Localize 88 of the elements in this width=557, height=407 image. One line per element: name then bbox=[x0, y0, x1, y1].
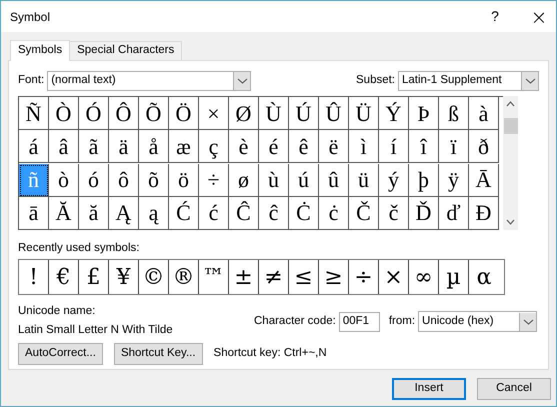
symbol-cell[interactable]: Č bbox=[349, 196, 379, 230]
symbol-cell[interactable]: ä bbox=[109, 130, 139, 164]
unicode-name-value: Latin Small Letter N With Tilde bbox=[18, 323, 174, 338]
symbol-cell[interactable]: ā bbox=[19, 196, 49, 230]
symbol-cell[interactable]: ü bbox=[349, 164, 379, 196]
symbol-cell[interactable]: č bbox=[379, 196, 409, 230]
symbol-cell[interactable]: ð bbox=[469, 130, 499, 164]
subset-dropdown[interactable]: Latin-1 Supplement bbox=[398, 71, 539, 91]
unicode-name-label: Unicode name: bbox=[18, 304, 96, 319]
symbol-cell[interactable]: Ā bbox=[469, 164, 499, 196]
symbol-cell[interactable]: î bbox=[409, 130, 439, 164]
symbol-cell[interactable]: ó bbox=[79, 164, 109, 196]
symbol-cell[interactable]: å bbox=[139, 130, 169, 164]
symbol-cell[interactable]: ă bbox=[79, 196, 109, 230]
symbol-cell[interactable]: Ö bbox=[169, 97, 199, 130]
character-code-label: Character code: bbox=[254, 314, 336, 329]
symbol-cell[interactable]: õ bbox=[139, 164, 169, 196]
symbol-cell[interactable]: ý bbox=[379, 164, 409, 196]
tab[interactable]: Special Characters bbox=[70, 41, 182, 60]
close-button[interactable]: × bbox=[522, 2, 556, 32]
symbol-cell[interactable]: ô bbox=[109, 164, 139, 196]
dialog-button[interactable]: Shortcut Key... bbox=[114, 343, 203, 365]
symbol-cell[interactable]: þ bbox=[409, 164, 439, 196]
symbol-cell[interactable]: × bbox=[199, 97, 229, 130]
dialog-button[interactable]: Cancel bbox=[477, 378, 551, 400]
symbol-cell[interactable]: Ù bbox=[259, 97, 289, 130]
symbol-cell[interactable]: ß bbox=[439, 97, 469, 130]
symbol-cell[interactable]: ï bbox=[439, 130, 469, 164]
symbol-cell[interactable]: ą bbox=[139, 196, 169, 230]
font-dropdown[interactable]: (normal text) bbox=[47, 71, 252, 91]
scrollbar[interactable] bbox=[503, 96, 518, 230]
symbol-cell[interactable]: Û bbox=[319, 97, 349, 130]
symbol-cell[interactable]: ç bbox=[199, 130, 229, 164]
symbol-cell[interactable]: Ø bbox=[229, 97, 259, 130]
symbol-cell[interactable]: ì bbox=[349, 130, 379, 164]
symbol-cell[interactable]: é bbox=[259, 130, 289, 164]
symbol-cell[interactable]: Õ bbox=[139, 97, 169, 130]
dialog-button[interactable]: Insert bbox=[392, 378, 466, 400]
symbol-cell[interactable]: ÿ bbox=[439, 164, 469, 196]
symbol-cell[interactable]: ÷ bbox=[199, 164, 229, 196]
symbol-cell[interactable]: ò bbox=[49, 164, 79, 196]
font-label: Font: bbox=[18, 73, 44, 88]
symbol-cell[interactable]: ö bbox=[169, 164, 199, 196]
symbol-cell[interactable]: ú bbox=[289, 164, 319, 196]
symbol-cell[interactable]: ĉ bbox=[259, 196, 289, 230]
symbol-cell[interactable]: ċ bbox=[319, 196, 349, 230]
symbol-cell[interactable]: Ò bbox=[49, 97, 79, 130]
symbol-cell[interactable]: Ĉ bbox=[229, 196, 259, 230]
symbol-cell[interactable]: Ú bbox=[289, 97, 319, 130]
scroll-up-icon[interactable] bbox=[506, 101, 515, 107]
symbol-cell[interactable]: Ą bbox=[109, 196, 139, 230]
from-label: from: bbox=[388, 314, 416, 329]
scroll-thumb[interactable] bbox=[504, 118, 518, 134]
symbol-cell[interactable]: è bbox=[229, 130, 259, 164]
symbol-cell[interactable]: Đ bbox=[469, 196, 499, 230]
symbol-cell[interactable]: Ć bbox=[169, 196, 199, 230]
character-code-field[interactable]: 00F1 bbox=[338, 312, 380, 332]
symbol-cell[interactable]: Ý bbox=[379, 97, 409, 130]
dialog-button[interactable]: AutoCorrect... bbox=[18, 343, 103, 365]
symbol-cell[interactable]: ã bbox=[79, 130, 109, 164]
recent-symbols-label: Recently used symbols: bbox=[18, 241, 140, 255]
symbol-cell[interactable]: ù bbox=[259, 164, 289, 196]
window-title: Symbol bbox=[10, 8, 52, 26]
help-button[interactable]: ? bbox=[480, 2, 510, 32]
symbol-cell[interactable]: æ bbox=[169, 130, 199, 164]
symbol-cell[interactable]: á bbox=[19, 130, 49, 164]
symbol-cell[interactable]: ď bbox=[439, 196, 469, 230]
symbol-cell[interactable]: Þ bbox=[409, 97, 439, 130]
from-dropdown[interactable]: Unicode (hex) bbox=[418, 311, 538, 332]
symbol-cell[interactable]: û bbox=[319, 164, 349, 196]
symbol-cell[interactable]: Ď bbox=[409, 196, 439, 230]
symbol-cell[interactable]: Ñ bbox=[19, 97, 49, 130]
symbol-cell[interactable]: ê bbox=[289, 130, 319, 164]
symbol-cell[interactable]: ø bbox=[229, 164, 259, 196]
symbol-cell[interactable]: í bbox=[379, 130, 409, 164]
symbol-cell[interactable]: ë bbox=[319, 130, 349, 164]
subset-label: Subset: bbox=[356, 73, 395, 88]
symbol-cell[interactable]: Ó bbox=[79, 97, 109, 130]
symbol-cell[interactable]: Ô bbox=[109, 97, 139, 130]
symbol-cell[interactable]: ć bbox=[199, 196, 229, 230]
scroll-down-icon[interactable] bbox=[506, 219, 515, 225]
tab[interactable]: Symbols bbox=[10, 40, 70, 61]
symbol-cell[interactable]: Ü bbox=[349, 97, 379, 130]
shortcut-key-text: Shortcut key: Ctrl+~,N bbox=[214, 346, 327, 362]
symbol-cell[interactable]: â bbox=[49, 130, 79, 164]
symbol-cell[interactable]: à bbox=[469, 97, 499, 130]
symbol-cell[interactable]: Ċ bbox=[289, 196, 319, 230]
symbol-cell[interactable]: Ă bbox=[49, 196, 79, 230]
